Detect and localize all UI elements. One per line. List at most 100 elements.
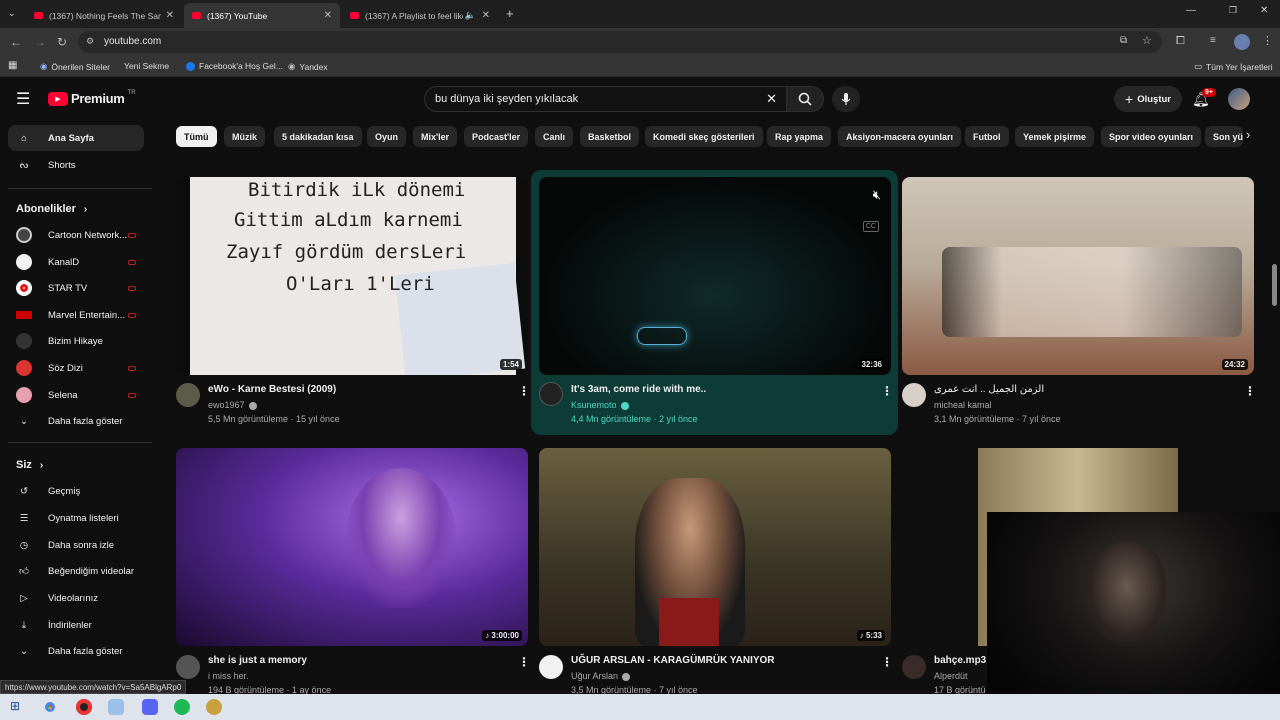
menu-icon[interactable]: ☰ [16,89,30,109]
captions-icon[interactable]: CC [862,221,879,232]
sidebar-item-history[interactable]: ↺ Geçmiş [8,478,144,504]
spotify-icon[interactable] [174,699,190,715]
video-thumbnail[interactable]: Bitirdik iLk dönemi Gittim aLdım karnemi… [176,177,528,375]
more-actions-icon[interactable]: ⋮ [518,655,530,669]
audio-playing-icon[interactable]: 🔈 [465,10,476,21]
bookmark-onerilen[interactable]: ◉ Önerilen Siteler [40,61,110,72]
sidebar-sub-selena[interactable]: Selena [8,382,144,408]
sidebar-item-playlists[interactable]: ☰ Oynatma listeleri [8,505,144,531]
windows-start-icon[interactable]: ⊞ [10,699,20,713]
close-tab-icon[interactable]: ✕ [482,10,490,21]
forward-icon[interactable]: → [34,35,46,49]
extensions-icon[interactable]: ⧠ [1176,35,1185,48]
sidebar-sub-marvel[interactable]: Marvel Entertain... [8,302,144,328]
media-control-icon[interactable]: ≡ [1210,35,1216,46]
league-icon[interactable] [206,699,222,715]
close-window-icon[interactable]: ✕ [1260,5,1268,16]
sidebar-sub-soz-dizi[interactable]: Söz Dizi [8,355,144,381]
video-title[interactable]: It's 3am, come ride with me.. [571,384,706,395]
channel-name[interactable]: ewo1967 [208,400,257,410]
account-avatar[interactable] [1228,88,1250,110]
video-thumbnail[interactable]: 🔇︎ CC 32:36 [539,177,891,375]
channel-avatar[interactable] [539,655,563,679]
sidebar-sub-cartoon-network[interactable]: Cartoon Network... [8,222,144,248]
chip-football[interactable]: Futbol [965,126,1009,147]
channel-name[interactable]: Uğur Arslan [571,671,631,681]
tab-list-icon[interactable]: ⌄ [8,8,16,19]
sidebar-sub-star-tv[interactable]: STAR TV [8,275,144,301]
reload-icon[interactable]: ↻ [57,35,67,49]
search-button[interactable] [786,86,824,112]
page-scrollbar-thumb[interactable] [1272,264,1277,306]
bookmark-facebook[interactable]: Facebook'a Hoş Gel... [186,61,283,71]
youtube-logo[interactable]: ▶ Premium TR [48,90,136,106]
you-heading[interactable]: Siz › [16,459,43,471]
browser-tab-1[interactable]: (1367) Nothing Feels The Sam ✕ [26,3,182,28]
address-bar[interactable]: ⚙ youtube.com ⧉ ☆ [78,31,1162,53]
chip-recent[interactable]: Son yü [1205,126,1243,147]
site-info-icon[interactable]: ⚙ [86,36,94,47]
more-actions-icon[interactable]: ⋮ [518,384,530,398]
video-title[interactable]: UĞUR ARSLAN - KARAGÜMRÜK YANIYOR [571,655,775,666]
close-tab-icon[interactable]: ✕ [324,10,332,21]
more-actions-icon[interactable]: ⋮ [1244,384,1256,398]
sidebar-item-your-videos[interactable]: ▷ Videolarınız [8,585,144,611]
discord-icon[interactable] [142,699,158,715]
chip-music[interactable]: Müzik [224,126,266,147]
channel-avatar[interactable] [902,383,926,407]
video-title[interactable]: الزمن الجميل .. انت عمرى [934,384,1044,395]
minimize-window-icon[interactable]: — [1186,5,1196,16]
subscriptions-heading[interactable]: Abonelikler › [16,203,87,215]
channel-name[interactable]: Ksunemoto [571,400,629,410]
chip-short[interactable]: 5 dakikadan kısa [274,126,362,147]
sidebar-show-more-you[interactable]: ⌄ Daha fazla göster [8,638,144,664]
bookmark-star-icon[interactable]: ☆ [1142,34,1152,47]
browser-tab-2[interactable]: (1367) YouTube ✕ [184,3,340,28]
all-bookmarks[interactable]: ▭ Tüm Yer İşaretleri [1194,61,1273,72]
browser-tab-3[interactable]: (1367) A Playlist to feel like 🔈 ✕ [342,3,498,28]
video-thumbnail[interactable]: ♪ 5:33 [539,448,891,646]
browser-menu-icon[interactable]: ⋮ [1262,34,1273,47]
video-title[interactable]: eWo - Karne Bestesi (2009) [208,384,336,395]
more-actions-icon[interactable]: ⋮ [881,384,893,398]
search-input[interactable]: bu dünya iki şeyden yıkılacak ✕ [424,86,788,112]
chip-all[interactable]: Tümü [176,126,217,147]
chip-action-adventure[interactable]: Aksiyon-macera oyunları [838,126,962,147]
sidebar-item-liked[interactable]: 👍︎ Beğendiğim videolar [8,558,144,584]
chrome-icon[interactable] [42,699,58,715]
channel-name[interactable]: micheal kamal [934,400,992,410]
chip-comedy[interactable]: Komedi skeç gösterileri [645,126,763,147]
chip-mixes[interactable]: Mix'ler [413,126,458,147]
more-actions-icon[interactable]: ⋮ [881,655,893,669]
channel-name[interactable]: Alperdüt [934,671,968,681]
channel-name[interactable]: i miss her. [208,671,249,681]
sidebar-sub-kanald[interactable]: KanalD [8,249,144,275]
voice-search-button[interactable] [832,86,860,112]
bookmark-yandex[interactable]: ◉ Yandex [288,61,328,72]
chevron-right-icon[interactable]: › [1246,127,1251,142]
chip-sports-games[interactable]: Spor video oyunları [1101,126,1202,147]
video-card-hovered[interactable]: 🔇︎ CC 32:36 It's 3am, come ride with me.… [531,170,898,435]
sidebar-item-shorts[interactable]: ᔓ Shorts [8,152,144,178]
sidebar-item-downloads[interactable]: ⤓ İndirilenler [8,612,144,638]
apps-grid-icon[interactable]: ▦ [8,60,17,71]
notifications-button[interactable]: 🔔︎ 9+ [1192,88,1216,109]
video-title[interactable]: she is just a memory [208,655,307,666]
back-icon[interactable]: ← [10,35,22,49]
chip-game[interactable]: Oyun [367,126,407,147]
sidebar-item-home[interactable]: ⌂ Ana Sayfa [8,125,144,151]
chip-cooking[interactable]: Yemek pişirme [1015,126,1095,147]
recording-app-icon[interactable] [76,699,92,715]
clear-search-icon[interactable]: ✕ [766,91,777,107]
chip-rap[interactable]: Rap yapma [767,126,832,147]
video-thumbnail[interactable]: ♪ 3:00:00 [176,448,528,646]
video-thumbnail[interactable]: 24:32 [902,177,1254,375]
restore-window-icon[interactable]: ❐ [1229,5,1237,16]
sidebar-item-watch-later[interactable]: ◷ Daha sonra izle [8,532,144,558]
mute-icon[interactable]: 🔇︎ [873,187,881,203]
network-app-icon[interactable] [108,699,124,715]
close-tab-icon[interactable]: ✕ [166,10,174,21]
video-title[interactable]: bahçe.mp3 [934,655,986,666]
new-tab-icon[interactable]: + [506,6,514,21]
chip-podcasts[interactable]: Podcast'ler [464,126,529,147]
